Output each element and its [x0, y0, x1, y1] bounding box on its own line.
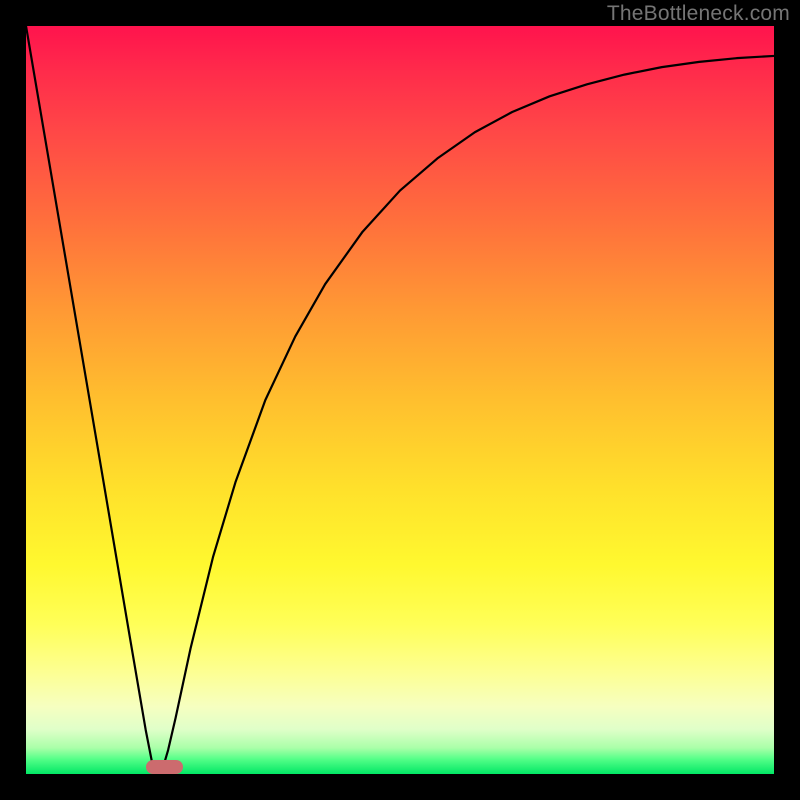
chart-frame: TheBottleneck.com — [0, 0, 800, 800]
watermark-text: TheBottleneck.com — [607, 2, 790, 26]
optimal-range-marker — [146, 760, 183, 774]
curve-layer — [26, 26, 774, 774]
plot-area — [26, 26, 774, 774]
bottleneck-curve — [26, 26, 774, 774]
